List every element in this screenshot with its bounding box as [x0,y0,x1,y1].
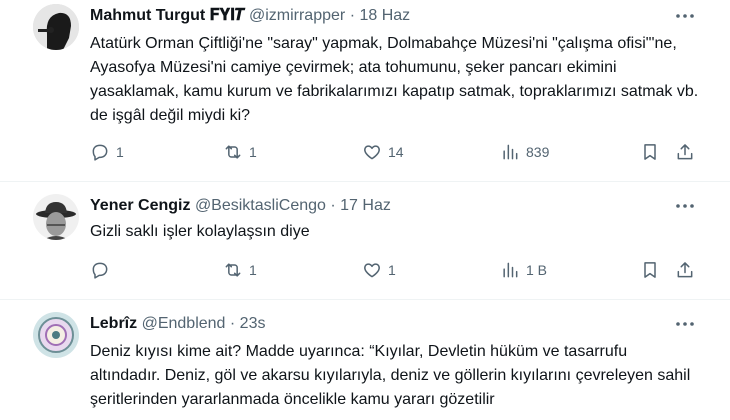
reply-icon [92,262,108,279]
tweet[interactable]: Mahmut Turgut 𝐅𝐘𝐈𝑻 @izmirrapper · 18 Haz… [0,0,730,182]
views-count: 1 B [526,262,548,278]
tweet-header: Lebrîz @Endblend · 23s [90,314,265,334]
views-button[interactable]: 1 B [500,258,547,282]
retweet-button[interactable]: 1 [223,258,257,282]
retweet-count: 1 [249,144,257,160]
tweet-actions: 1 1 1 B [90,258,705,282]
tweet-header: Mahmut Turgut 𝐅𝐘𝐈𝑻 @izmirrapper · 18 Haz [90,6,410,26]
tweet-text: Deniz kıyısı kime ait? Madde uyarınca: “… [90,343,691,408]
like-button[interactable]: 14 [362,140,404,164]
author-name[interactable]: Lebrîz [90,315,137,332]
like-count: 1 [388,262,396,278]
views-chart-icon [503,262,518,278]
avatar-image [33,312,79,358]
avatar[interactable] [33,194,79,240]
like-count: 14 [388,144,404,160]
tweet-text: Gizli saklı işler kolaylaşsın diye [90,223,310,240]
heart-icon [364,145,380,160]
author-handle[interactable]: @Endblend [142,315,226,332]
more-icon[interactable] [674,6,696,26]
more-icon[interactable] [674,196,696,216]
retweet-icon [225,145,241,159]
reply-button[interactable] [90,258,116,282]
tweet[interactable]: Lebrîz @Endblend · 23s Deniz kıyısı kime… [0,300,730,420]
bookmark-icon [644,144,656,160]
retweet-button[interactable]: 1 [223,140,257,164]
tweet-time[interactable]: 23s [240,315,266,332]
reply-count: 1 [116,144,124,160]
share-button[interactable] [675,258,695,282]
avatar[interactable] [33,312,79,358]
author-name[interactable]: Mahmut Turgut 𝐅𝐘𝐈𝑻 [90,7,245,24]
bookmark-button[interactable] [640,258,660,282]
separator: · [330,197,336,214]
views-chart-icon [503,144,518,160]
avatar-image [33,4,79,50]
author-name[interactable]: Yener Cengiz [90,197,190,214]
share-icon [677,144,693,160]
like-button[interactable]: 1 [362,258,396,282]
author-handle[interactable]: @izmirrapper [249,7,345,24]
tweet-time[interactable]: 18 Haz [359,7,410,24]
more-icon[interactable] [674,314,696,334]
heart-icon [364,263,380,278]
separator: · [349,7,356,24]
avatar[interactable] [33,4,79,50]
tweet-time[interactable]: 17 Haz [340,197,391,214]
bookmark-button[interactable] [640,140,660,164]
views-count: 839 [526,144,550,160]
retweet-count: 1 [249,262,257,278]
tweet-actions: 1 1 14 839 [90,140,705,164]
tweet-text: Atatürk Orman Çiftliği'ne "saray" yapmak… [90,35,699,124]
retweet-icon [225,263,241,277]
separator: · [229,315,236,332]
views-button[interactable]: 839 [500,140,549,164]
bookmark-icon [644,262,656,278]
author-handle[interactable]: @BesiktasliCengo [195,197,326,214]
share-button[interactable] [675,140,695,164]
tweet-header: Yener Cengiz @BesiktasliCengo · 17 Haz [90,196,391,216]
reply-button[interactable]: 1 [90,140,124,164]
share-icon [677,262,693,278]
reply-icon [92,144,108,161]
tweet[interactable]: Yener Cengiz @BesiktasliCengo · 17 Haz G… [0,182,730,300]
avatar-image [33,194,79,240]
